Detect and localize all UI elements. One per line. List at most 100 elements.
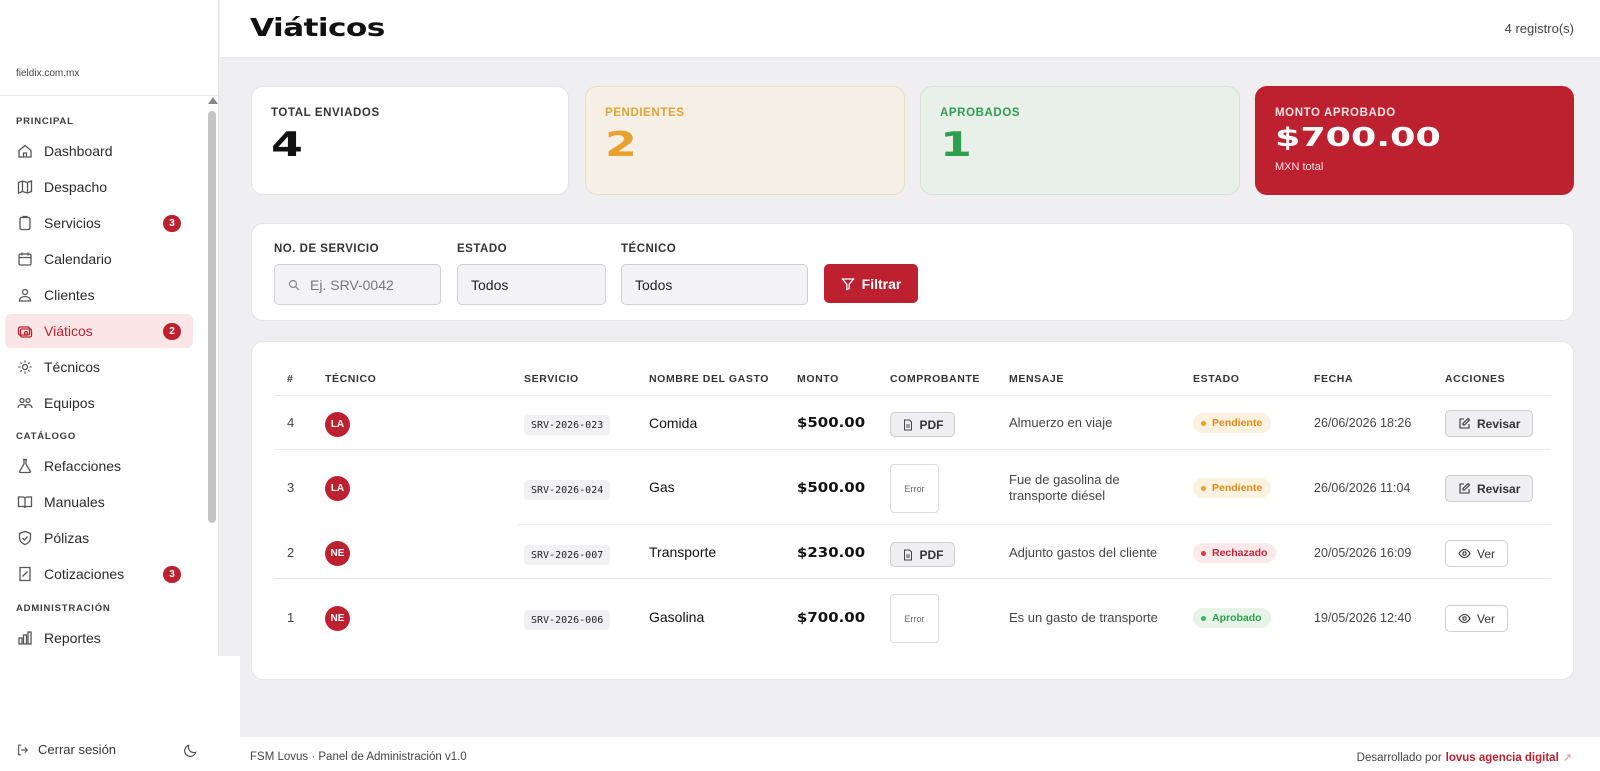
status-badge: Pendiente	[1193, 413, 1272, 433]
sidebar-item-label: Técnicos	[44, 359, 101, 375]
edit-icon	[1459, 417, 1471, 429]
section-administracion: ADMINISTRACIÓN	[16, 603, 111, 614]
filter-button[interactable]: Filtrar	[824, 264, 918, 303]
service-number-placeholder: Ej. SRV-0042	[310, 276, 394, 293]
stat-card-pendientes: PENDIENTES 2	[585, 86, 905, 195]
ver-button[interactable]: Ver	[1445, 540, 1509, 567]
agency-link[interactable]: lovus agencia digital	[1446, 752, 1559, 764]
sidebar-item-refacciones[interactable]: Refacciones	[5, 449, 193, 483]
stat-value: $700.00	[1275, 123, 1441, 153]
filter-label-estado: ESTADO	[457, 243, 508, 255]
receipt-pdf-button[interactable]: PDF	[890, 412, 955, 437]
scroll-thumb[interactable]	[208, 111, 216, 523]
money-icon	[17, 323, 33, 339]
row-number: 4	[287, 415, 295, 430]
calendar-icon	[17, 251, 33, 267]
sidebar-item-label: Manuales	[44, 494, 105, 510]
expense-date: 19/05/2026 12:40	[1314, 611, 1412, 625]
badge-count: 2	[163, 323, 181, 340]
sidebar-item-dashboard[interactable]: Dashboard	[5, 134, 193, 168]
receipt-thumbnail-error[interactable]: Error	[890, 594, 939, 643]
stat-label: PENDIENTES	[605, 107, 685, 119]
service-code: SRV-2026-024	[524, 480, 611, 500]
status-badge: Rechazado	[1193, 543, 1277, 563]
row-divider	[274, 578, 1551, 579]
expense-date: 20/05/2026 16:09	[1314, 546, 1412, 560]
avatar: LA	[325, 476, 350, 501]
flask-icon	[17, 458, 33, 474]
stat-label: MONTO APROBADO	[1275, 107, 1396, 119]
sidebar-item-label: Dashboard	[44, 143, 113, 159]
column-header: COMPROBANTE	[890, 373, 981, 385]
clipboard-icon	[17, 215, 33, 231]
status-label: Rechazado	[1212, 547, 1268, 559]
status-dot	[1201, 485, 1206, 491]
file-icon	[903, 419, 912, 430]
expense-message: Almuerzo en viaje	[1009, 415, 1113, 430]
filter-icon	[840, 277, 855, 290]
sidebar-item-label: Servicios	[44, 215, 101, 231]
users-icon	[17, 287, 33, 303]
expense-amount: $700.00	[797, 611, 866, 626]
sidebar-item-tecnicos[interactable]: Técnicos	[5, 350, 193, 384]
dark-mode-toggle-moon-icon[interactable]	[183, 743, 198, 758]
receipt-pdf-button[interactable]: PDF	[890, 542, 955, 567]
tecnico-select[interactable]: Todos	[621, 264, 808, 305]
expense-name: Transporte	[649, 544, 717, 560]
filter-label-tecnico: TÉCNICO	[621, 243, 677, 255]
sidebar-item-clientes[interactable]: Clientes	[5, 278, 193, 312]
stat-card-aprobados: APROBADOS 1	[920, 86, 1240, 195]
filter-button-label: Filtrar	[861, 275, 902, 292]
sidebar-item-viaticos[interactable]: Viáticos 2	[5, 314, 193, 348]
sidebar-item-cotizaciones[interactable]: Cotizaciones 3	[5, 557, 193, 591]
sidebar-item-manuales[interactable]: Manuales	[5, 485, 193, 519]
sidebar-item-polizas[interactable]: Pólizas	[5, 521, 193, 555]
expense-amount: $500.00	[797, 481, 866, 496]
row-number: 3	[287, 480, 295, 495]
sidebar-item-despacho[interactable]: Despacho	[5, 170, 193, 204]
service-code: SRV-2026-007	[524, 545, 611, 565]
action-label: Revisar	[1477, 481, 1521, 496]
column-header: ACCIONES	[1445, 373, 1506, 385]
status-label: Pendiente	[1212, 417, 1263, 429]
logout-button[interactable]: Cerrar sesión	[16, 742, 116, 757]
estado-select[interactable]: Todos	[457, 264, 606, 305]
receipt-thumbnail-error[interactable]: Error	[890, 464, 939, 513]
row-divider	[274, 395, 1551, 396]
top-bar: Viáticos 4 registro(s)	[220, 0, 1600, 58]
sidebar-item-equipos[interactable]: Equipos	[5, 386, 193, 420]
sidebar-scrollbar[interactable]	[207, 97, 218, 657]
sidebar-item-label: Cotizaciones	[44, 566, 125, 582]
service-code: SRV-2026-006	[524, 610, 611, 630]
home-icon	[17, 143, 33, 159]
sidebar-item-servicios[interactable]: Servicios 3	[5, 206, 193, 240]
sidebar-item-label: Equipos	[44, 395, 95, 411]
stat-label: TOTAL ENVIADOS	[271, 107, 380, 119]
gear-icon	[17, 359, 33, 375]
sidebar-item-reportes[interactable]: Reportes	[5, 621, 193, 655]
expense-amount: $500.00	[797, 416, 866, 431]
column-header: TÉCNICO	[325, 373, 377, 385]
expense-name: Comida	[649, 415, 698, 431]
section-catalogo: CATÁLOGO	[16, 431, 77, 442]
expense-date: 26/06/2026 11:04	[1314, 481, 1411, 495]
sidebar-item-calendario[interactable]: Calendario	[5, 242, 193, 276]
avatar: NE	[325, 541, 350, 566]
footer-credit-prefix: Desarrollado por	[1356, 752, 1442, 764]
sidebar-item-label: Calendario	[44, 251, 112, 267]
row-number: 2	[287, 545, 295, 560]
section-principal: PRINCIPAL	[16, 116, 74, 127]
file-icon	[903, 549, 912, 560]
sidebar-item-label: Reportes	[44, 630, 101, 646]
revisar-button[interactable]: Revisar	[1445, 410, 1534, 437]
sidebar-item-label: Pólizas	[44, 530, 90, 546]
column-header: MONTO	[797, 373, 839, 385]
map-icon	[17, 179, 33, 195]
ver-button[interactable]: Ver	[1445, 605, 1509, 632]
external-link-icon: ↗	[1562, 752, 1572, 764]
scroll-up-arrow-icon[interactable]	[208, 97, 218, 104]
revisar-button[interactable]: Revisar	[1445, 475, 1534, 502]
action-label: Ver	[1477, 546, 1496, 561]
column-header: #	[287, 373, 294, 385]
service-number-input[interactable]: Ej. SRV-0042	[274, 264, 441, 305]
